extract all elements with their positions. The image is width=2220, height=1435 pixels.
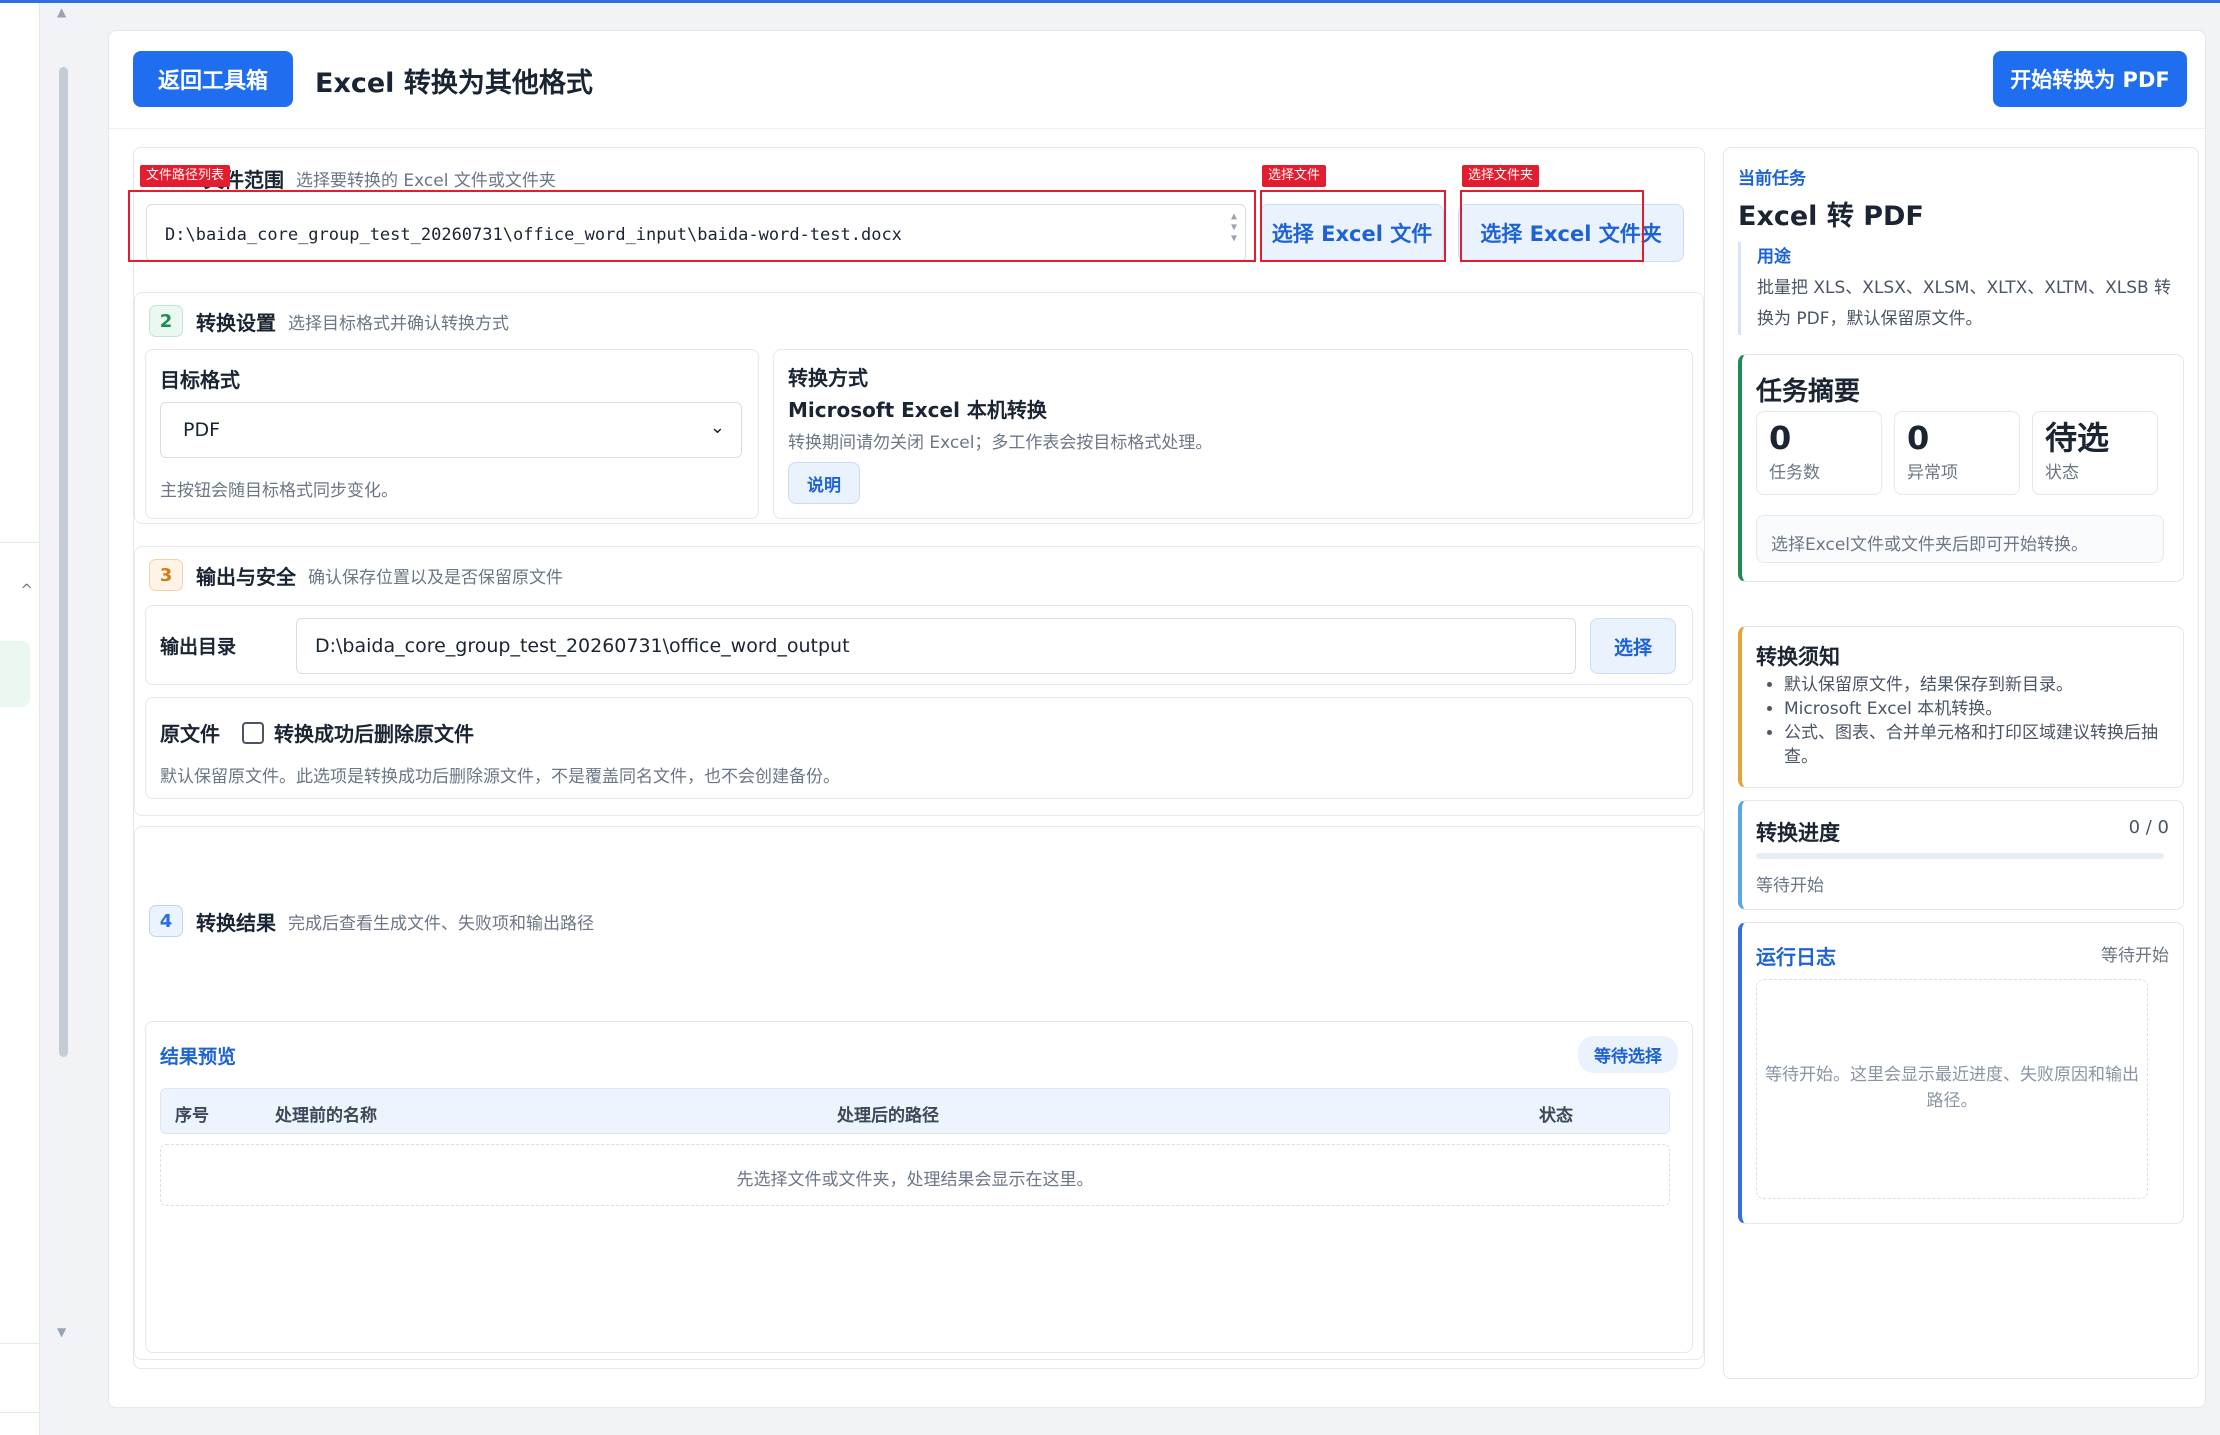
chevron-down-icon: ⌄ xyxy=(709,417,725,438)
task-summary-card: 任务摘要 0 任务数 0 异常项 待选 状态 选择Excel文件或文件夹后即可开… xyxy=(1738,354,2184,582)
results-empty-state: 先选择文件或文件夹，处理结果会显示在这里。 xyxy=(160,1144,1670,1206)
col-index: 序号 xyxy=(175,1106,209,1126)
convert-notes-list: 默认保留原文件，结果保存到新目录。 Microsoft Excel 本机转换。 … xyxy=(1766,673,2176,769)
delete-original-label[interactable]: 转换成功后删除原文件 xyxy=(274,718,474,747)
annotation-tag-path-list: 文件路径列表 xyxy=(140,165,231,187)
explain-button[interactable]: 说明 xyxy=(788,462,860,504)
convert-notes-title: 转换须知 xyxy=(1756,645,1840,669)
file-scope-section: 文件范围 选择要转换的 Excel 文件或文件夹 D:\baida_core_g… xyxy=(128,148,1704,282)
output-dir-card: 输出目录 D:\baida_core_group_test_20260731\o… xyxy=(145,605,1693,685)
stat-task-count: 0 任务数 xyxy=(1756,411,1882,495)
progress-bar xyxy=(1756,853,2164,859)
step-badge-4: 4 xyxy=(149,905,183,937)
task-summary-title: 任务摘要 xyxy=(1756,377,1861,407)
original-file-label: 原文件 xyxy=(160,722,220,746)
target-format-select[interactable]: PDF ⌄ xyxy=(160,402,742,458)
convert-results-title: 转换结果 xyxy=(196,910,276,935)
progress-title: 转换进度 xyxy=(1756,821,1840,845)
run-log-area[interactable]: 等待开始。这里会显示最近进度、失败原因和输出路径。 xyxy=(1756,979,2148,1199)
left-panel-block-bottom xyxy=(0,1343,40,1413)
progress-status: 等待开始 xyxy=(1756,876,1824,896)
convert-settings-section: 2 转换设置 选择目标格式并确认转换方式 目标格式 PDF ⌄ 主按钮会随目标格… xyxy=(134,292,1704,524)
stat-task-count-label: 任务数 xyxy=(1769,463,1820,483)
stat-error-count: 0 异常项 xyxy=(1894,411,2020,495)
stat-error-count-label: 异常项 xyxy=(1907,463,1958,483)
output-dir-label: 输出目录 xyxy=(160,636,237,658)
note-item: Microsoft Excel 本机转换。 xyxy=(1784,697,2176,721)
step-badge-3: 3 xyxy=(149,559,183,591)
run-log-card: 运行日志 等待开始 等待开始。这里会显示最近进度、失败原因和输出路径。 xyxy=(1738,922,2184,1224)
col-status: 状态 xyxy=(1539,1106,1573,1126)
convert-notes-card: 转换须知 默认保留原文件，结果保存到新目录。 Microsoft Excel 本… xyxy=(1738,626,2184,788)
convert-method-value: Microsoft Excel 本机转换 xyxy=(788,398,1047,422)
stat-status-label: 状态 xyxy=(2045,463,2079,483)
delete-original-checkbox[interactable] xyxy=(242,721,264,744)
vertical-scrollbar[interactable]: ▲ ▼ xyxy=(56,3,70,1435)
annotation-box-pick-file xyxy=(1260,190,1446,262)
run-log-title: 运行日志 xyxy=(1756,945,1836,969)
main-card: 返回工具箱 Excel 转换为其他格式 开始转换为 PDF 文件范围 选择要转换… xyxy=(108,30,2206,1408)
target-format-value: PDF xyxy=(183,419,221,441)
usage-label: 用途 xyxy=(1757,247,1791,267)
convert-method-label: 转换方式 xyxy=(788,366,868,390)
main-column: 文件范围 选择要转换的 Excel 文件或文件夹 D:\baida_core_g… xyxy=(128,147,1705,1369)
progress-count: 0 / 0 xyxy=(2128,817,2169,838)
results-table-header: 序号 处理前的名称 处理后的路径 状态 xyxy=(160,1088,1670,1134)
target-format-label: 目标格式 xyxy=(160,368,240,392)
stat-error-count-value: 0 xyxy=(1907,419,1930,457)
output-security-title: 输出与安全 xyxy=(196,564,296,589)
page-title: Excel 转换为其他格式 xyxy=(315,68,593,99)
summary-hint: 选择Excel文件或文件夹后即可开始转换。 xyxy=(1756,515,2164,563)
back-to-toolbox-button[interactable]: 返回工具箱 xyxy=(133,51,293,107)
convert-settings-subtitle: 选择目标格式并确认转换方式 xyxy=(288,313,509,334)
step-badge-2: 2 xyxy=(149,305,183,337)
side-panel: 当前任务 Excel 转 PDF 用途 批量把 XLS、XLSX、XLSM、XL… xyxy=(1723,147,2199,1379)
convert-results-section: 4 转换结果 完成后查看生成文件、失败项和输出路径 结果预览 等待选择 序号 处… xyxy=(134,826,1704,1360)
start-convert-button[interactable]: 开始转换为 PDF xyxy=(1993,51,2187,107)
header: 返回工具箱 Excel 转换为其他格式 开始转换为 PDF xyxy=(109,31,2205,129)
annotation-box-pick-folder xyxy=(1460,190,1644,262)
stat-status: 待选 状态 xyxy=(2032,411,2158,495)
task-title: Excel 转 PDF xyxy=(1738,201,1924,232)
scroll-up-icon[interactable]: ▲ xyxy=(57,5,66,19)
results-status-pill: 等待选择 xyxy=(1578,1036,1678,1073)
stat-task-count-value: 0 xyxy=(1769,419,1792,457)
convert-results-subtitle: 完成后查看生成文件、失败项和输出路径 xyxy=(288,913,594,934)
convert-method-card: 转换方式 Microsoft Excel 本机转换 转换期间请勿关闭 Excel… xyxy=(773,349,1693,519)
convert-progress-card: 转换进度 0 / 0 等待开始 xyxy=(1738,800,2184,910)
scrollbar-thumb[interactable] xyxy=(59,67,68,1057)
stat-status-value: 待选 xyxy=(2045,419,2110,457)
output-dir-input[interactable]: D:\baida_core_group_test_20260731\office… xyxy=(296,618,1576,674)
note-item: 默认保留原文件，结果保存到新目录。 xyxy=(1784,673,2176,697)
usage-text: 批量把 XLS、XLSX、XLSM、XLTX、XLTM、XLSB 转换为 PDF… xyxy=(1757,278,2172,329)
col-output-path: 处理后的路径 xyxy=(837,1106,939,1126)
output-security-subtitle: 确认保存位置以及是否保留原文件 xyxy=(308,567,563,588)
top-accent-line xyxy=(0,0,2220,3)
target-format-card: 目标格式 PDF ⌄ 主按钮会随目标格式同步变化。 xyxy=(145,349,759,519)
results-preview-card: 结果预览 等待选择 序号 处理前的名称 处理后的路径 状态 先选择文件或文件夹，… xyxy=(145,1021,1693,1353)
run-log-status: 等待开始 xyxy=(2101,946,2169,966)
results-preview-label: 结果预览 xyxy=(160,1046,237,1068)
target-format-hint: 主按钮会随目标格式同步变化。 xyxy=(160,481,398,501)
convert-settings-title: 转换设置 xyxy=(196,310,276,335)
note-item: 公式、图表、合并单元格和打印区域建议转换后抽查。 xyxy=(1784,721,2176,769)
current-task-label: 当前任务 xyxy=(1738,169,1806,189)
left-panel-highlight xyxy=(0,641,30,707)
file-scope-subtitle: 选择要转换的 Excel 文件或文件夹 xyxy=(296,171,556,191)
annotation-tag-pick-file: 选择文件 xyxy=(1262,165,1327,187)
left-panel-block xyxy=(0,3,40,543)
left-side-panel: ^ xyxy=(0,3,40,1435)
usage-block: 用途 批量把 XLS、XLSX、XLSM、XLTX、XLTM、XLSB 转换为 … xyxy=(1738,242,2184,335)
original-file-card: 原文件 转换成功后删除原文件 默认保留原文件。此选项是转换成功后删除源文件，不是… xyxy=(145,697,1693,799)
annotation-tag-pick-folder: 选择文件夹 xyxy=(1462,165,1540,187)
scroll-down-icon[interactable]: ▼ xyxy=(57,1325,66,1339)
chevron-up-icon[interactable]: ^ xyxy=(20,581,33,599)
col-source-name: 处理前的名称 xyxy=(275,1106,377,1126)
output-security-section: 3 输出与安全 确认保存位置以及是否保留原文件 输出目录 D:\baida_co… xyxy=(134,546,1704,816)
convert-method-hint: 转换期间请勿关闭 Excel；多工作表会按目标格式处理。 xyxy=(788,433,1213,453)
annotation-box-path xyxy=(128,190,1256,262)
delete-original-hint: 默认保留原文件。此选项是转换成功后删除源文件，不是覆盖同名文件，也不会创建备份。 xyxy=(160,767,840,787)
choose-output-button[interactable]: 选择 xyxy=(1590,618,1676,674)
